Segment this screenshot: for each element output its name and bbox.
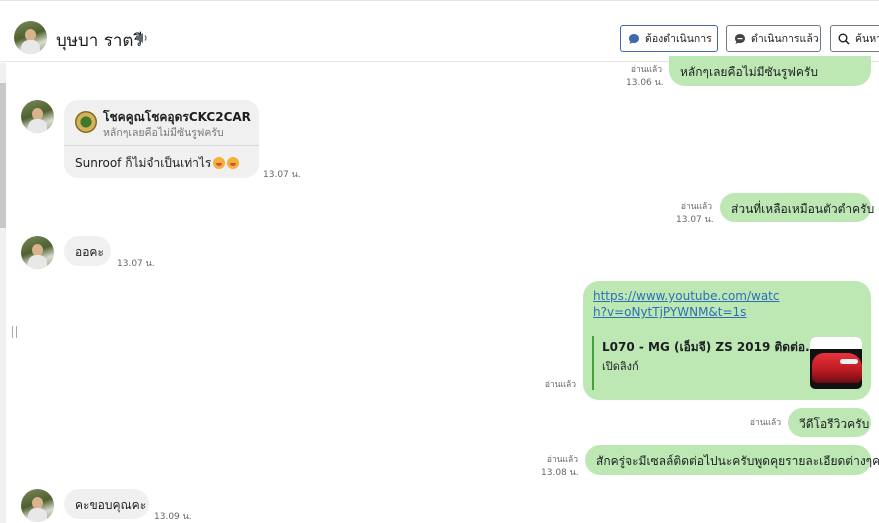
- scrollbar-thumb[interactable]: [0, 83, 6, 228]
- thumbnail-car: [812, 353, 862, 383]
- message-time: 13.06 น.: [626, 78, 664, 88]
- search-button-label: ค้นหา: [855, 33, 879, 45]
- read-receipt: อ่านแล้ว: [630, 65, 662, 75]
- avatar-body: [28, 119, 47, 133]
- speaker-icon[interactable]: [135, 32, 149, 44]
- reply-message-bubble[interactable]: โชคคูณโชคอุดรCKC2CAR หลักๆเลยคือไม่มีซัน…: [64, 100, 259, 178]
- read-receipt: อ่านแล้ว: [680, 202, 712, 212]
- sender-avatar[interactable]: [21, 489, 54, 522]
- avatar-body: [21, 40, 40, 54]
- todo-button[interactable]: ต้องดำเนินการ: [620, 25, 718, 52]
- message-bubble-outgoing[interactable]: วีดีโอรีวิวครับ: [788, 408, 871, 437]
- message-bubble-incoming[interactable]: คะขอบคุณคะ: [64, 489, 149, 519]
- sender-avatar[interactable]: [21, 100, 54, 133]
- heart-face-emoji-icon: [213, 157, 226, 169]
- chat-bubble-icon: [735, 33, 745, 44]
- read-receipt: อ่านแล้ว: [546, 455, 578, 465]
- link-preview[interactable]: L070 - MG (เอ็มจี) ZS 2019 ติดต่อ... เปิ…: [592, 336, 862, 390]
- message-bubble-outgoing[interactable]: ส่วนที่เหลือเหมือนตัวตำครับ: [720, 193, 874, 222]
- reply-text: Sunroof ก็ไม่จำเป็นเท่าไร: [75, 156, 212, 170]
- link-preview-subtitle: เปิดลิงก์: [602, 360, 639, 373]
- reply-text-row: Sunroof ก็ไม่จำเป็นเท่าไร: [75, 154, 240, 173]
- contact-name[interactable]: บุษบา ราตรี: [56, 27, 143, 54]
- quoted-message[interactable]: โชคคูณโชคอุดรCKC2CAR หลักๆเลยคือไม่มีซัน…: [64, 100, 259, 146]
- message-bubble-outgoing[interactable]: หลักๆเลยคือไม่มีซันรูฟครับ: [669, 56, 871, 86]
- quoted-text: หลักๆเลยคือไม่มีซันรูฟครับ: [103, 127, 224, 139]
- todo-button-label: ต้องดำเนินการ: [645, 33, 712, 45]
- link-thumbnail: [810, 337, 862, 389]
- message-bubble-outgoing[interactable]: สักครู่จะมีเซลล์ติดต่อไปนะครับพูดคุยรายล…: [585, 445, 879, 475]
- done-button[interactable]: ดำเนินการแล้ว: [726, 25, 821, 52]
- message-time: 13.08 น.: [541, 468, 579, 478]
- contact-avatar[interactable]: [14, 21, 47, 54]
- done-button-label: ดำเนินการแล้ว: [751, 33, 819, 45]
- read-receipt: อ่านแล้ว: [749, 418, 781, 428]
- link-preview-title: L070 - MG (เอ็มจี) ZS 2019 ติดต่อ...: [602, 340, 819, 354]
- read-receipt: อ่านแล้ว: [544, 380, 576, 390]
- message-link[interactable]: https://www.youtube.com/watch?v=oNytTjPY…: [593, 288, 793, 320]
- link-message-bubble[interactable]: https://www.youtube.com/watch?v=oNytTjPY…: [583, 281, 871, 400]
- message-time: 13.09 น.: [154, 512, 192, 522]
- thumbnail-bar: [810, 337, 862, 349]
- message-time: 13.07 น.: [117, 259, 155, 269]
- message-time: 13.07 น.: [263, 170, 301, 180]
- resize-handle[interactable]: [12, 326, 17, 338]
- avatar-body: [28, 508, 47, 522]
- message-bubble-incoming[interactable]: ออคะ: [64, 236, 111, 266]
- thumbnail-headlight: [840, 359, 858, 364]
- avatar-body: [28, 255, 47, 269]
- heart-face-emoji-icon: [227, 157, 240, 169]
- page-logo: [75, 111, 97, 133]
- search-icon: [838, 33, 850, 45]
- conversation-header: บุษบา ราตรี ต้องดำเนินการ ดำเนินการแล้ว …: [0, 0, 879, 62]
- speech-bubble-icon: [629, 33, 639, 44]
- sender-avatar[interactable]: [21, 236, 54, 269]
- search-button[interactable]: ค้นหา: [830, 25, 879, 52]
- message-time: 13.07 น.: [676, 215, 714, 225]
